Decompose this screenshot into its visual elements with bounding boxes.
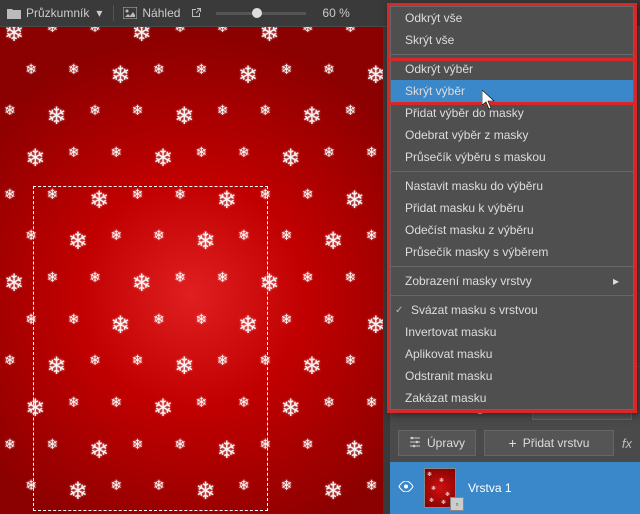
canvas-area: ❄❄❄❄❄❄❄❄❄❄❄❄❄❄❄❄❄❄❄❄❄❄❄❄❄❄❄❄❄❄❄❄❄❄❄❄❄❄❄❄… — [0, 27, 390, 514]
menu-item[interactable]: Zobrazení masky vrstvy▸ — [391, 270, 633, 292]
menu-item[interactable]: Skrýt výběr — [391, 80, 633, 102]
menu-item: Průsečík masky s výběrem — [391, 241, 633, 263]
menu-item[interactable]: Přidat výběr do masky — [391, 102, 633, 124]
menu-item[interactable]: Odkrýt vše — [391, 7, 633, 29]
context-menu: Odkrýt všeSkrýt vše Odkrýt výběrSkrýt výb… — [387, 3, 637, 413]
folder-icon — [6, 5, 22, 21]
zoom-slider-knob[interactable] — [252, 8, 262, 18]
menu-item: Odstranit masku — [391, 365, 633, 387]
menu-item: Zakázat masku — [391, 387, 633, 409]
plus-icon: + — [509, 435, 517, 451]
canvas[interactable]: ❄❄❄❄❄❄❄❄❄❄❄❄❄❄❄❄❄❄❄❄❄❄❄❄❄❄❄❄❄❄❄❄❄❄❄❄❄❄❄❄… — [0, 27, 383, 514]
divider — [113, 5, 114, 21]
layer-row[interactable]: ❄❄❄❄❄❄ ▫ Vrstva 1 — [390, 462, 640, 514]
menu-item[interactable]: Odebrat výběr z masky — [391, 124, 633, 146]
menu-item: Odečíst masku z výběru — [391, 219, 633, 241]
menu-item: ✓Svázat masku s vrstvou — [391, 299, 633, 321]
explorer-label[interactable]: Průzkumník — [26, 6, 89, 20]
chevron-down-icon[interactable]: ▾ — [93, 6, 105, 20]
layer-type-badge: ▫ — [450, 497, 464, 511]
menu-item: Aplikovat masku — [391, 343, 633, 365]
zoom-value[interactable]: 60 % — [322, 6, 349, 20]
snowflakes: ❄❄❄❄❄❄❄❄❄❄❄❄❄❄❄❄❄❄❄❄❄❄❄❄❄❄❄❄❄❄❄❄❄❄❄❄❄❄❄❄… — [0, 27, 383, 514]
layer-name[interactable]: Vrstva 1 — [468, 481, 512, 495]
menu-item: Přidat masku k výběru — [391, 197, 633, 219]
menu-item[interactable]: Průsečík výběru s maskou — [391, 146, 633, 168]
menu-item: Nastavit masku do výběru — [391, 175, 633, 197]
visibility-icon[interactable] — [398, 481, 416, 495]
sliders-icon — [409, 436, 421, 451]
add-layer-button[interactable]: + Přidat vrstvu — [484, 430, 614, 456]
menu-item: Invertovat masku — [391, 321, 633, 343]
fx-button[interactable]: fx — [622, 436, 632, 451]
layer-actions: Úpravy + Přidat vrstvu fx — [390, 424, 640, 462]
image-icon — [122, 5, 138, 21]
layer-thumbnail[interactable]: ❄❄❄❄❄❄ ▫ — [424, 468, 460, 508]
menu-item[interactable]: Skrýt vše — [391, 29, 633, 51]
external-link-icon[interactable] — [188, 5, 204, 21]
menu-item[interactable]: Odkrýt výběr — [391, 58, 633, 80]
preview-label[interactable]: Náhled — [142, 6, 180, 20]
adjustments-button[interactable]: Úpravy — [398, 430, 476, 456]
zoom-slider[interactable] — [216, 12, 306, 15]
